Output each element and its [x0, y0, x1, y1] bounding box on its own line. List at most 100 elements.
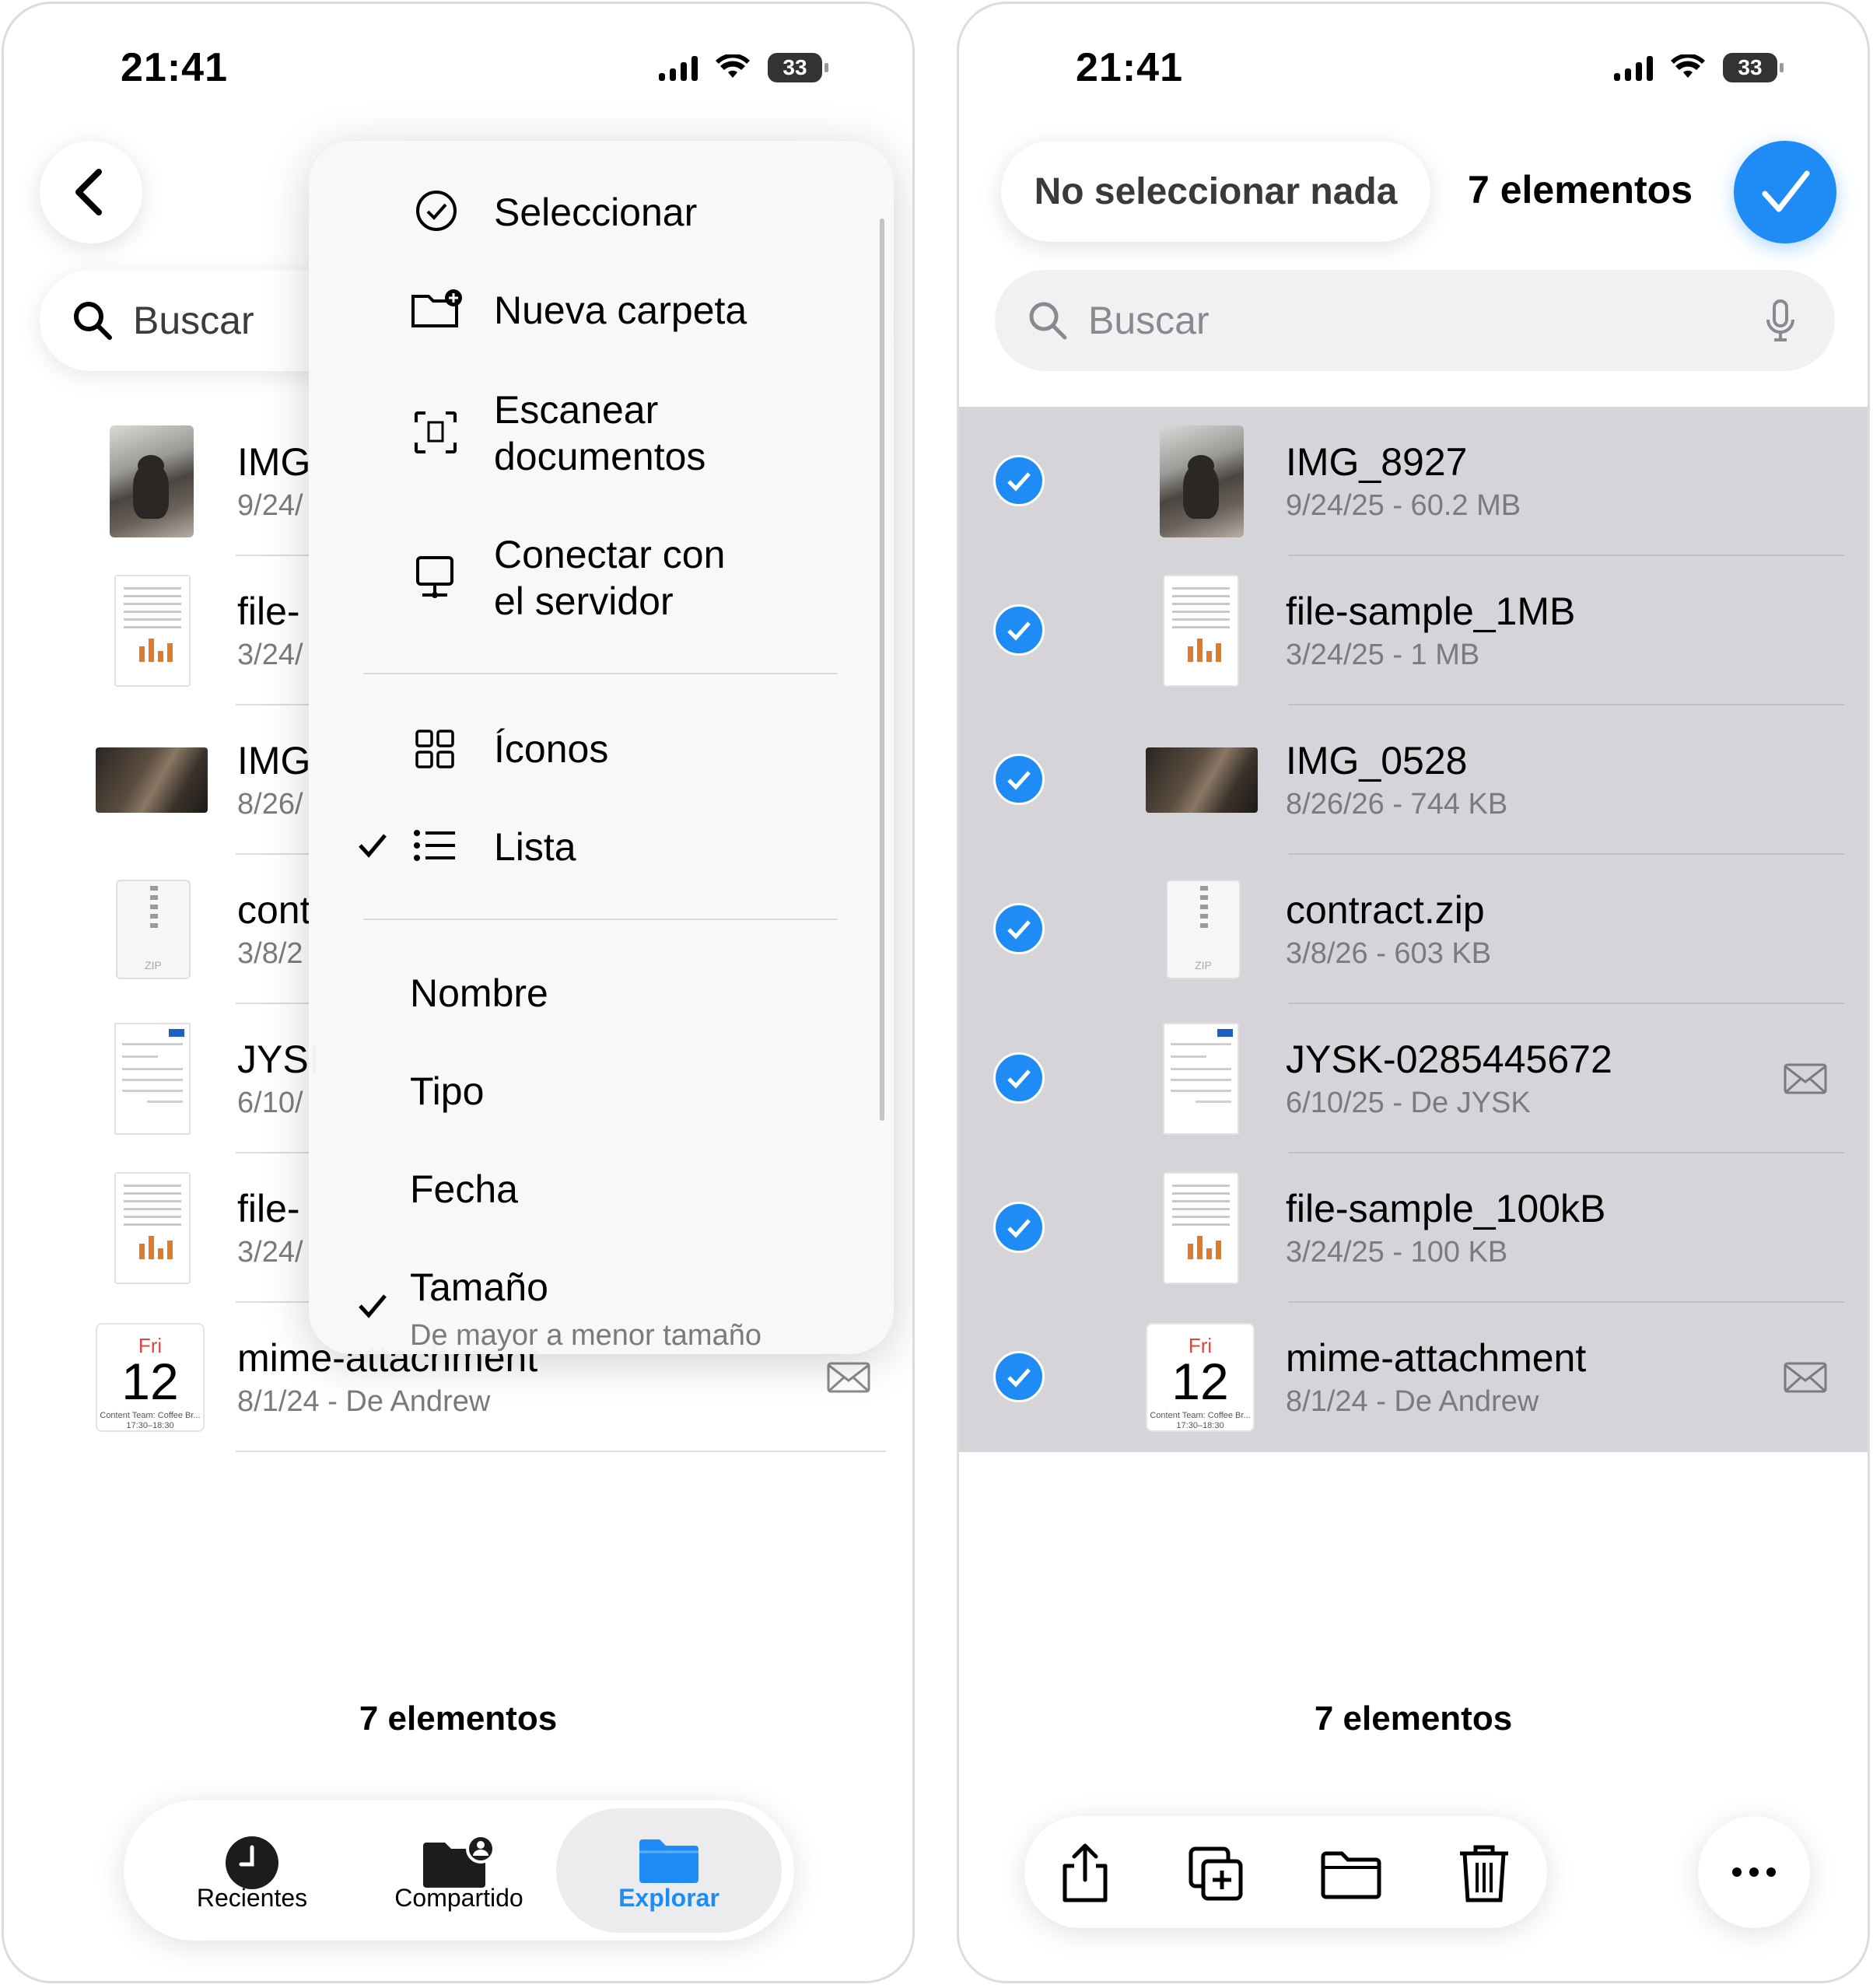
status-icons: 33: [1614, 52, 1784, 83]
file-name: mime-attachment: [1286, 1336, 1587, 1380]
file-name: file-sample_1MB: [1286, 590, 1576, 633]
file-meta: 8/26/26 - 744 KB: [1286, 788, 1508, 821]
file-thumbnail: [1146, 747, 1258, 813]
file-name: cont: [237, 888, 311, 932]
checkmark-icon: [1007, 1368, 1031, 1388]
chevron-left-icon: [75, 169, 102, 215]
status-icons: 33: [659, 52, 828, 83]
menu-divider: [363, 919, 838, 920]
status-time: 21:41: [121, 45, 228, 90]
menu-item-label: documentos: [494, 435, 706, 478]
file-thumbnail: [1163, 1023, 1239, 1135]
list-icon: [414, 830, 455, 861]
checkmark-icon: [1762, 170, 1810, 212]
file-name: contract.zip: [1286, 888, 1485, 932]
file-thumbnail: ZIP: [116, 880, 191, 979]
file-meta: 8/26/: [237, 788, 303, 821]
file-row[interactable]: Fri 12 Content Team: Coffee Br... 17:30–…: [959, 1303, 1868, 1452]
file-thumbnail: [1160, 425, 1244, 537]
trash-icon[interactable]: [1457, 1843, 1511, 1905]
file-meta: 9/24/: [237, 489, 303, 522]
shared-folder-icon: [423, 1835, 495, 1888]
file-row[interactable]: file-sample_1MB 3/24/25 - 1 MB: [959, 556, 1868, 705]
selection-checkbox[interactable]: [993, 604, 1045, 656]
menu-scrollbar[interactable]: [880, 219, 884, 1121]
file-meta: 8/1/24 - De Andrew: [1286, 1385, 1539, 1418]
file-name: JYSK-0285445672: [1286, 1038, 1612, 1081]
calendar-caption: Content Team: Coffee Br... 17:30–18:30: [1150, 1411, 1251, 1430]
tab-shared[interactable]: Compartido: [346, 1808, 572, 1933]
scan-document-icon: [415, 411, 457, 453]
tab-label: Explorar: [618, 1884, 719, 1912]
menu-item-label: Escanear: [494, 388, 659, 432]
file-meta: 3/24/: [237, 1236, 303, 1269]
tab-browse[interactable]: Explorar: [556, 1808, 782, 1933]
file-thumbnail: Fri 12 Content Team: Coffee Br... 17:30–…: [1146, 1323, 1255, 1432]
calendar-caption: Content Team: Coffee Br... 17:30–18:30: [100, 1411, 201, 1430]
search-field[interactable]: Buscar: [995, 270, 1835, 371]
selection-checkbox[interactable]: [993, 1202, 1045, 1253]
file-row[interactable]: IMG_0528 8/26/26 - 744 KB: [959, 705, 1868, 855]
checkmark-icon: [1007, 621, 1031, 641]
menu-item-label: Nombre: [410, 971, 548, 1015]
menu-divider: [363, 673, 838, 674]
selection-checkbox[interactable]: [993, 754, 1045, 805]
deselect-all-button[interactable]: No seleccionar nada: [1001, 141, 1430, 242]
selection-checkbox[interactable]: [993, 1351, 1045, 1402]
checkmark-icon: [1007, 920, 1031, 940]
status-time: 21:41: [1076, 45, 1183, 90]
mail-icon: [827, 1362, 870, 1393]
file-meta: 3/24/25 - 100 KB: [1286, 1236, 1508, 1269]
file-meta: 9/24/25 - 60.2 MB: [1286, 489, 1521, 522]
more-button[interactable]: [1698, 1816, 1810, 1928]
clock-icon: [226, 1836, 278, 1889]
menu-item-label: Seleccionar: [494, 191, 698, 234]
menu-item-label: Tamaño: [410, 1265, 548, 1309]
zip-label: ZIP: [1195, 959, 1212, 971]
menu-item-label: el servidor: [494, 579, 674, 623]
menu-item-detail: De mayor a menor tamaño: [410, 1319, 761, 1352]
file-thumbnail: [96, 747, 208, 813]
file-meta: 3/8/2: [237, 937, 303, 970]
checkmark-icon: [1007, 472, 1031, 492]
row-divider: [236, 1451, 886, 1452]
file-name: IMG_8927: [1286, 440, 1468, 484]
ellipsis-icon: [1732, 1867, 1776, 1877]
file-row[interactable]: JYSK-0285445672 6/10/25 - De JYSK: [959, 1004, 1868, 1153]
file-row[interactable]: file-sample_100kB 3/24/25 - 100 KB: [959, 1153, 1868, 1303]
file-meta: 8/1/24 - De Andrew: [237, 1385, 491, 1418]
file-row[interactable]: ZIP contract.zip 3/8/26 - 603 KB: [959, 855, 1868, 1004]
file-name: file-: [237, 590, 300, 633]
checkmark-icon: [359, 834, 387, 858]
file-thumbnail: ZIP: [1166, 880, 1241, 979]
selection-checkbox[interactable]: [993, 903, 1045, 954]
tab-bar: Recientes Compartido Explorar: [124, 1801, 794, 1941]
search-icon: [74, 302, 112, 340]
search-placeholder: Buscar: [1088, 299, 1210, 342]
tab-recents[interactable]: Recientes: [139, 1808, 365, 1933]
share-icon[interactable]: [1056, 1843, 1115, 1905]
file-name: JYSI: [237, 1038, 320, 1081]
file-name: file-: [237, 1187, 300, 1230]
selection-checkbox[interactable]: [993, 455, 1045, 506]
done-button[interactable]: [1734, 141, 1836, 243]
menu-item-label: Íconos: [494, 727, 609, 771]
search-icon: [1029, 302, 1067, 340]
battery-icon: 33: [1723, 53, 1784, 82]
file-row[interactable]: IMG_8927 9/24/25 - 60.2 MB: [959, 407, 1868, 556]
tab-label: Recientes: [196, 1884, 308, 1912]
microphone-icon[interactable]: [1765, 298, 1796, 345]
item-count: 7 elementos: [1314, 1699, 1513, 1738]
checkmark-icon: [359, 1294, 387, 1318]
back-button[interactable]: [40, 141, 142, 243]
duplicate-icon[interactable]: [1186, 1843, 1245, 1905]
search-placeholder: Buscar: [133, 299, 254, 342]
selection-action-bar: [1024, 1816, 1547, 1928]
file-meta: 3/8/26 - 603 KB: [1286, 937, 1492, 970]
file-thumbnail: [114, 1172, 191, 1284]
files-select-screen: 21:41 33 No seleccionar nada 7 elementos…: [957, 2, 1870, 1983]
move-to-folder-icon[interactable]: [1320, 1843, 1382, 1905]
selection-checkbox[interactable]: [993, 1052, 1045, 1104]
file-meta: 6/10/25 - De JYSK: [1286, 1087, 1531, 1119]
file-thumbnail: [114, 1023, 191, 1135]
